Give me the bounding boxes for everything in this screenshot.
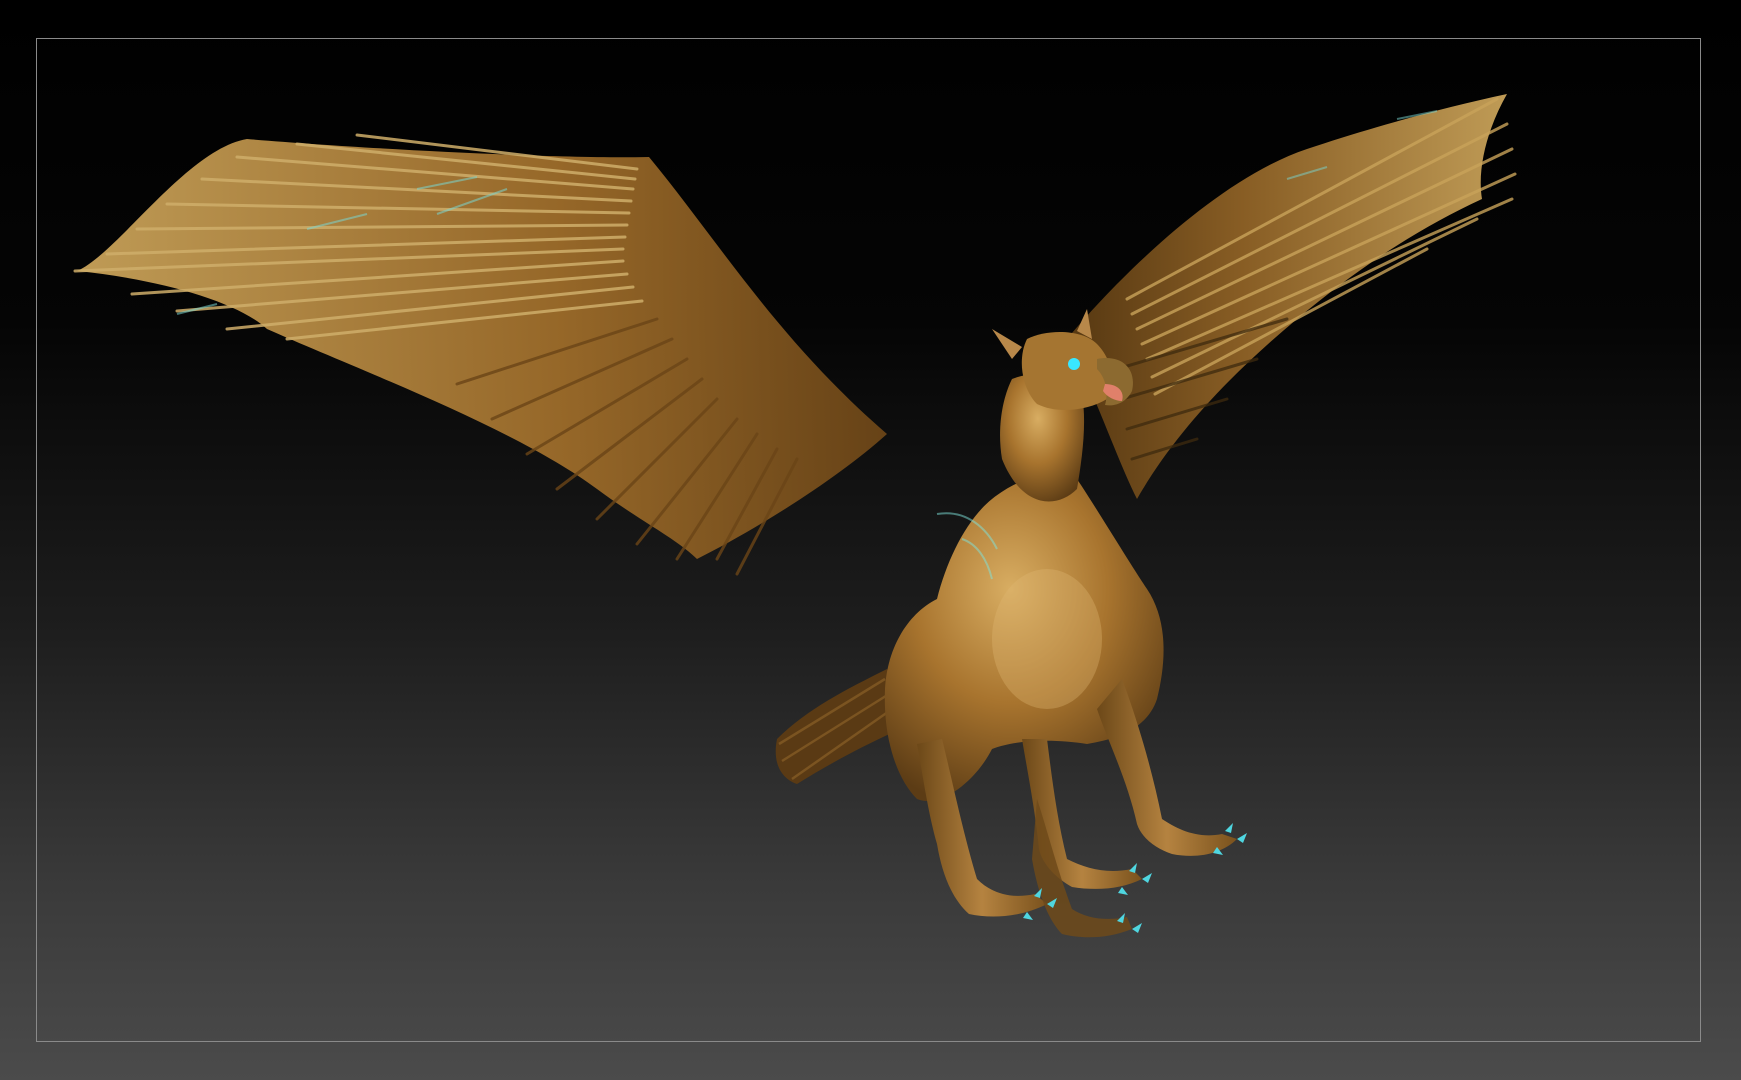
eye-glow bbox=[1068, 358, 1080, 370]
3d-viewport[interactable] bbox=[37, 39, 1700, 1041]
right-wing bbox=[1067, 94, 1517, 499]
left-wing bbox=[73, 133, 887, 576]
griffin-model-render[interactable] bbox=[37, 39, 1700, 1041]
sculpt-app-window bbox=[0, 0, 1741, 1080]
